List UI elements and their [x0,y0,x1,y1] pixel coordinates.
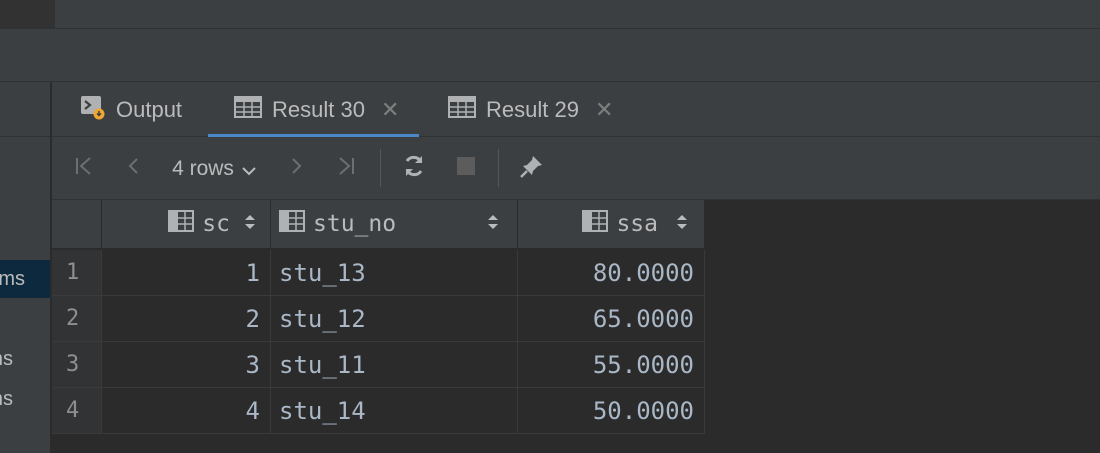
cell-stu-no[interactable]: stu_14 [271,388,518,434]
rows-count-label: 4 rows [172,156,234,180]
rows-per-page-dropdown[interactable]: 4 rows [164,137,264,200]
cell-sc[interactable]: 1 [102,250,271,296]
tab-label: Output [116,96,183,122]
refresh-icon [401,153,427,185]
column-header-label: sc [202,211,230,237]
column-header-label: ssa [616,211,658,237]
cell-stu-no[interactable]: stu_11 [271,342,518,388]
sort-icon[interactable] [676,213,688,235]
column-icon [168,210,195,238]
cell-ssa[interactable]: 55.0000 [518,342,705,388]
column-header-stu-no[interactable]: stu_no [271,200,518,248]
table-icon [234,95,262,124]
left-sidebar: ms ns ns [0,82,51,453]
sort-icon[interactable] [487,213,499,235]
cell-stu-no[interactable]: stu_12 [271,296,518,342]
close-icon[interactable]: ✕ [595,97,613,123]
top-strip-right [55,0,1100,28]
cell-sc[interactable]: 2 [102,296,271,342]
row-number: 2 [52,296,102,342]
last-page-button[interactable] [328,137,364,200]
top-strip-left [0,0,55,28]
sidebar-item[interactable]: ns [0,340,50,378]
row-number: 3 [52,342,102,388]
column-header-ssa[interactable]: ssa [518,200,705,248]
console-icon [80,94,106,126]
column-header-sc[interactable]: sc [102,200,271,248]
row-number: 4 [52,388,102,434]
cell-stu-no[interactable]: stu_13 [271,250,518,296]
cell-sc[interactable]: 4 [102,388,271,434]
previous-page-icon [123,155,145,183]
stop-icon [455,155,477,183]
tab-result-30[interactable]: Result 30 ✕ [207,82,420,137]
refresh-button[interactable] [396,137,432,200]
tab-label: Result 29 [486,96,579,122]
cell-sc[interactable]: 3 [102,342,271,388]
column-icon [279,210,305,238]
stop-button[interactable] [448,137,484,200]
result-toolbar: 4 rows [52,137,1100,200]
close-icon[interactable]: ✕ [381,97,399,123]
sidebar-item-label: ns [0,388,13,410]
cell-ssa[interactable]: 65.0000 [518,296,705,342]
editor-header-band [0,28,1100,82]
cell-ssa[interactable]: 80.0000 [518,250,705,296]
top-strip [0,0,1100,28]
sort-icon[interactable] [244,213,256,235]
row-number-header [52,200,102,248]
next-page-button[interactable] [278,137,314,200]
table-icon [448,95,476,124]
sidebar-divider [0,136,50,137]
sidebar-item[interactable]: ns [0,380,50,418]
first-page-icon [73,155,95,183]
pin-icon [519,153,545,185]
sidebar-item-selected[interactable]: ms [0,260,50,298]
first-page-button[interactable] [66,137,102,200]
cell-ssa[interactable]: 50.0000 [518,388,705,434]
tab-label: Result 30 [272,96,365,122]
tab-output[interactable]: Output [80,82,182,137]
toolbar-separator [380,149,381,187]
tab-result-29[interactable]: Result 29 ✕ [448,82,613,137]
next-page-icon [285,155,307,183]
row-number: 1 [52,250,102,296]
sidebar-item-label: ns [0,348,13,370]
chevron-down-icon [242,156,256,182]
pin-tab-button[interactable] [514,137,550,200]
result-tabs: Output Result 30 ✕ Result 29 ✕ [52,82,1100,137]
sidebar-item-label: ms [0,268,25,290]
toolbar-separator [498,149,499,187]
previous-page-button[interactable] [116,137,152,200]
last-page-icon [335,155,357,183]
column-header-label: stu_no [313,211,397,237]
column-icon [582,210,609,238]
